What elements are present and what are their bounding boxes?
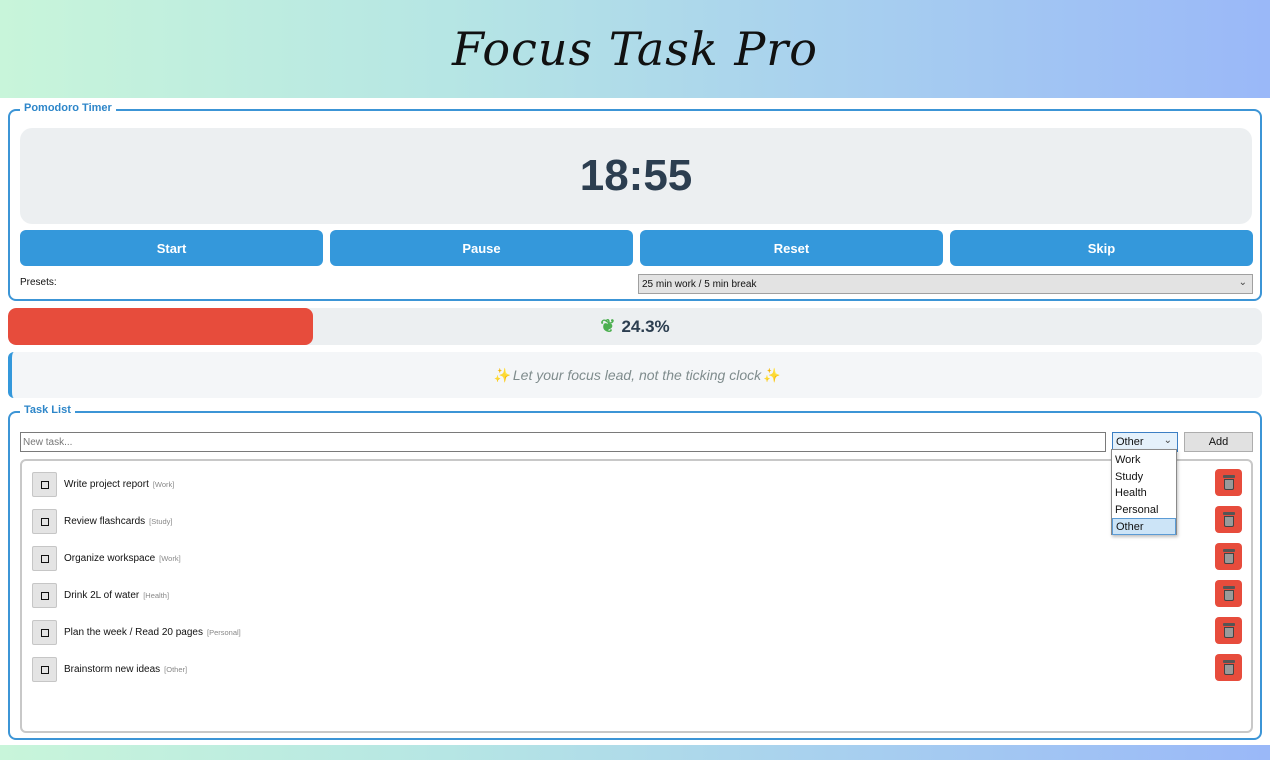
task-title: Brainstorm new ideas bbox=[64, 664, 161, 675]
sparkle-icon: ✨ bbox=[763, 366, 781, 383]
task-row: Organize workspace [Work] bbox=[32, 543, 1242, 572]
category-option-study[interactable]: Study bbox=[1112, 469, 1176, 486]
task-category: [Study] bbox=[149, 517, 173, 526]
category-dropdown-list: Work Study Health Personal Other bbox=[1111, 449, 1177, 535]
new-task-input[interactable] bbox=[20, 432, 1106, 452]
chevron-down-icon: ⌄ bbox=[1238, 277, 1247, 288]
task-row: Review flashcards [Study] bbox=[32, 506, 1242, 535]
skip-button[interactable]: Skip bbox=[950, 230, 1253, 266]
task-checkbox[interactable] bbox=[32, 509, 57, 534]
task-title: Review flashcards bbox=[64, 516, 146, 527]
progress-label: ❦ 24.3% bbox=[8, 308, 1262, 345]
motivational-quote: ✨ Let your focus lead, not the ticking c… bbox=[8, 352, 1262, 398]
quote-text: Let your focus lead, not the ticking clo… bbox=[512, 367, 762, 383]
task-checkbox[interactable] bbox=[32, 583, 57, 608]
checkbox-icon bbox=[40, 591, 49, 600]
delete-task-button[interactable] bbox=[1215, 580, 1242, 607]
task-row: Brainstorm new ideas [Other] bbox=[32, 654, 1242, 683]
checkbox-icon bbox=[40, 628, 49, 637]
checkbox-icon bbox=[40, 517, 49, 526]
task-label: Drink 2L of water [Health] bbox=[64, 590, 169, 601]
task-label: Brainstorm new ideas [Other] bbox=[64, 664, 187, 675]
task-row: Drink 2L of water [Health] bbox=[32, 580, 1242, 609]
task-title: Drink 2L of water bbox=[64, 590, 140, 601]
task-row: Plan the week / Read 20 pages [Personal] bbox=[32, 617, 1242, 646]
trash-icon bbox=[1222, 549, 1235, 564]
task-title: Plan the week / Read 20 pages bbox=[64, 627, 203, 638]
category-option-personal[interactable]: Personal bbox=[1112, 502, 1176, 519]
delete-task-button[interactable] bbox=[1215, 617, 1242, 644]
task-list: Write project report [Work] Review flashc… bbox=[20, 459, 1253, 733]
trash-icon bbox=[1222, 512, 1235, 527]
task-checkbox[interactable] bbox=[32, 657, 57, 682]
task-label: Review flashcards [Study] bbox=[64, 516, 173, 527]
trash-icon bbox=[1222, 586, 1235, 601]
checkbox-icon bbox=[40, 480, 49, 489]
progress-percent: 24.3% bbox=[621, 316, 670, 336]
pomodoro-group-title: Pomodoro Timer bbox=[20, 102, 116, 114]
task-list-group: Task List Other ⌄ Add Write project repo… bbox=[8, 404, 1262, 740]
task-checkbox[interactable] bbox=[32, 546, 57, 571]
delete-task-button[interactable] bbox=[1215, 506, 1242, 533]
sparkle-icon: ✨ bbox=[493, 366, 511, 383]
app-title: Focus Task Pro bbox=[452, 22, 818, 76]
leaf-icon: ❦ bbox=[600, 316, 616, 336]
category-option-health[interactable]: Health bbox=[1112, 485, 1176, 502]
task-label: Write project report [Work] bbox=[64, 479, 174, 490]
pause-button[interactable]: Pause bbox=[330, 230, 633, 266]
reset-button[interactable]: Reset bbox=[640, 230, 943, 266]
task-category: [Health] bbox=[143, 591, 170, 600]
task-row: Write project report [Work] bbox=[32, 469, 1242, 498]
start-button[interactable]: Start bbox=[20, 230, 323, 266]
category-option-other[interactable]: Other bbox=[1112, 518, 1176, 535]
delete-task-button[interactable] bbox=[1215, 469, 1242, 496]
category-option-work[interactable]: Work bbox=[1112, 452, 1176, 469]
task-title: Write project report bbox=[64, 479, 149, 490]
chevron-down-icon: ⌄ bbox=[1163, 435, 1172, 446]
delete-task-button[interactable] bbox=[1215, 654, 1242, 681]
checkbox-icon bbox=[40, 665, 49, 674]
delete-task-button[interactable] bbox=[1215, 543, 1242, 570]
add-task-button[interactable]: Add bbox=[1184, 432, 1253, 452]
task-list-group-title: Task List bbox=[20, 404, 75, 416]
trash-icon bbox=[1222, 475, 1235, 490]
presets-selected-value: 25 min work / 5 min break bbox=[642, 278, 757, 290]
task-category: [Other] bbox=[164, 665, 188, 674]
task-checkbox[interactable] bbox=[32, 620, 57, 645]
task-category: [Work] bbox=[152, 480, 175, 489]
category-selected-value: Other bbox=[1116, 436, 1144, 448]
task-checkbox[interactable] bbox=[32, 472, 57, 497]
presets-select[interactable]: 25 min work / 5 min break ⌄ bbox=[638, 274, 1253, 294]
task-title: Organize workspace bbox=[64, 553, 156, 564]
timer-display: 18:55 bbox=[20, 128, 1252, 224]
pomodoro-group: Pomodoro Timer 18:55 Start Pause Reset S… bbox=[8, 102, 1262, 301]
trash-icon bbox=[1222, 660, 1235, 675]
task-label: Organize workspace [Work] bbox=[64, 553, 181, 564]
main-content: Pomodoro Timer 18:55 Start Pause Reset S… bbox=[0, 98, 1270, 745]
task-label: Plan the week / Read 20 pages [Personal] bbox=[64, 627, 241, 638]
focus-progress-bar: ❦ 24.3% bbox=[8, 308, 1262, 345]
checkbox-icon bbox=[40, 554, 49, 563]
trash-icon bbox=[1222, 623, 1235, 638]
task-category: [Personal] bbox=[206, 628, 241, 637]
task-category: [Work] bbox=[159, 554, 181, 563]
presets-label: Presets: bbox=[20, 277, 57, 288]
